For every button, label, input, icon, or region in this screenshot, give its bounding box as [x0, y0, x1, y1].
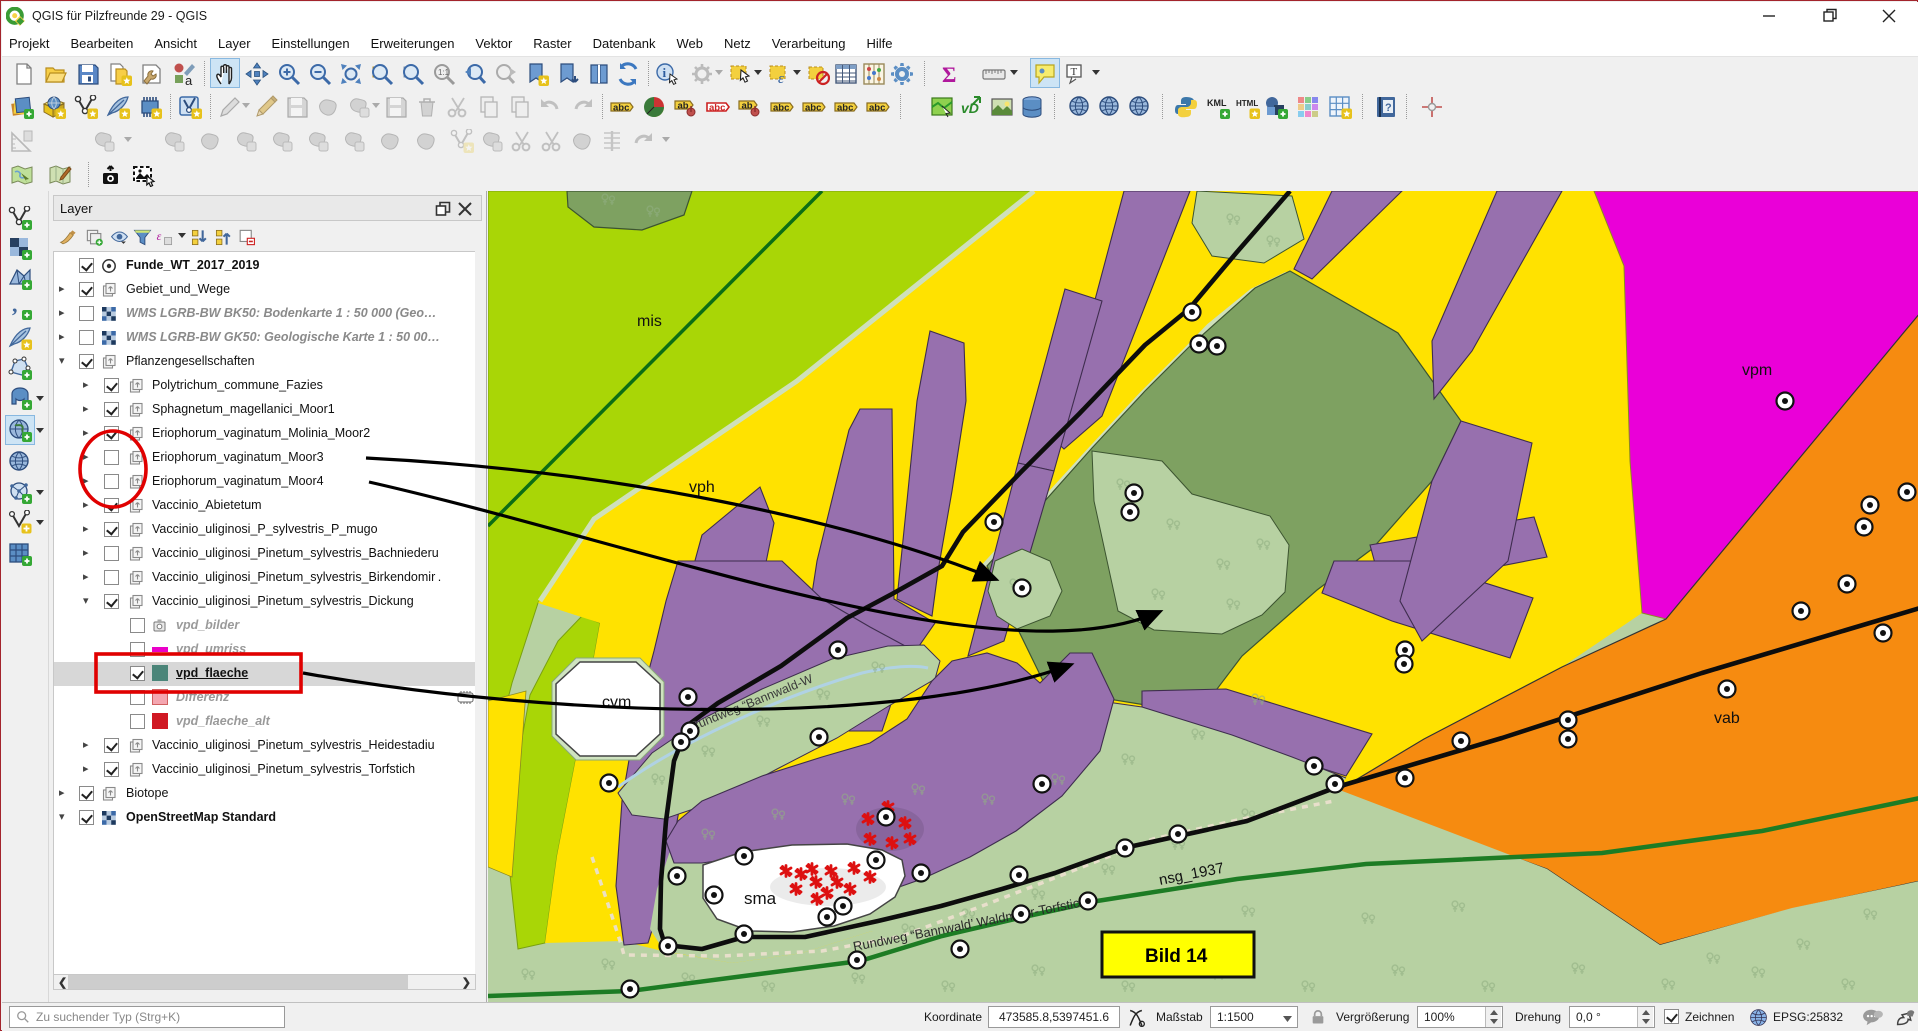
svg-text:Bild 14: Bild 14: [1145, 946, 1208, 967]
svg-text:vpm: vpm: [1742, 362, 1772, 379]
svg-text:cvm: cvm: [602, 694, 631, 711]
svg-text:sma: sma: [744, 889, 777, 908]
svg-text:vph: vph: [689, 479, 715, 496]
svg-text:vab: vab: [1714, 710, 1740, 727]
svg-text:mis: mis: [637, 313, 662, 330]
